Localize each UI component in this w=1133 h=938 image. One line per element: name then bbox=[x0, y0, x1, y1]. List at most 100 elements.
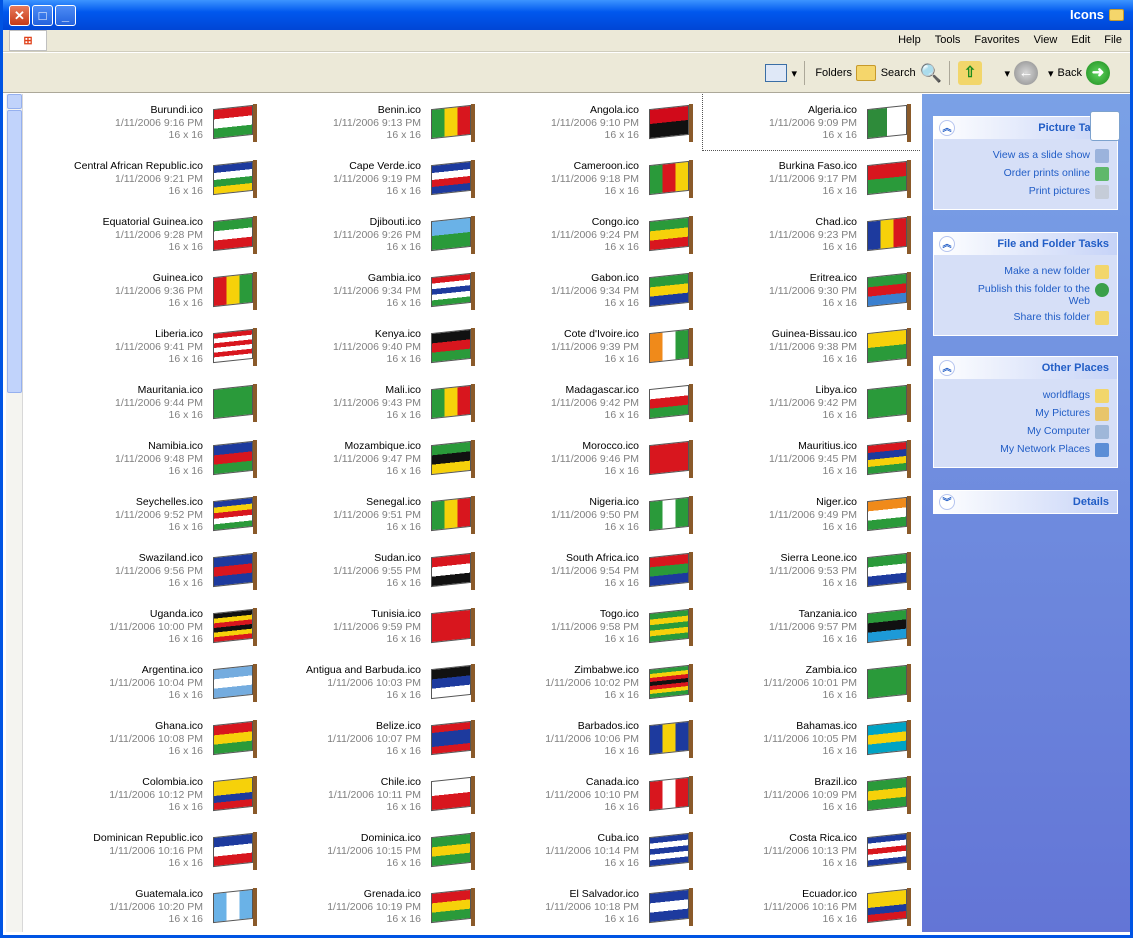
task-order-prints[interactable]: Order prints online bbox=[942, 167, 1109, 181]
back-button[interactable]: ▾ Back ➜ bbox=[1048, 60, 1110, 86]
file-item[interactable]: Colombia.ico 1/11/2006 10:12 PM 16 x 16 bbox=[49, 766, 267, 822]
file-item[interactable]: Djibouti.ico 1/11/2006 9:26 PM 16 x 16 bbox=[267, 206, 485, 262]
file-item[interactable]: Canada.ico 1/11/2006 10:10 PM 16 x 16 bbox=[485, 766, 703, 822]
file-item[interactable]: Ghana.ico 1/11/2006 10:08 PM 16 x 16 bbox=[49, 710, 267, 766]
file-item[interactable]: Chad.ico 1/11/2006 9:23 PM 16 x 16 bbox=[703, 206, 921, 262]
file-item[interactable]: Belize.ico 1/11/2006 10:07 PM 16 x 16 bbox=[267, 710, 485, 766]
file-item[interactable]: Argentina.ico 1/11/2006 10:04 PM 16 x 16 bbox=[49, 654, 267, 710]
file-item[interactable]: Burkina Faso.ico 1/11/2006 9:17 PM 16 x 16 bbox=[703, 150, 921, 206]
file-item[interactable]: Niger.ico 1/11/2006 9:49 PM 16 x 16 bbox=[703, 486, 921, 542]
file-item[interactable]: Antigua and Barbuda.ico 1/11/2006 10:03 P… bbox=[267, 654, 485, 710]
file-item[interactable]: Zambia.ico 1/11/2006 10:01 PM 16 x 16 bbox=[703, 654, 921, 710]
file-item[interactable]: Swaziland.ico 1/11/2006 9:56 PM 16 x 16 bbox=[49, 542, 267, 598]
file-item[interactable]: Bahamas.ico 1/11/2006 10:05 PM 16 x 16 bbox=[703, 710, 921, 766]
file-item[interactable]: Morocco.ico 1/11/2006 9:46 PM 16 x 16 bbox=[485, 430, 703, 486]
forward-button[interactable]: ▾ ← bbox=[1004, 60, 1038, 86]
task-publish-web[interactable]: Publish this folder to the Web bbox=[942, 283, 1109, 307]
file-folder-tasks-header[interactable]: ︽ File and Folder Tasks bbox=[934, 233, 1117, 255]
file-item[interactable]: Mauritius.ico 1/11/2006 9:45 PM 16 x 16 bbox=[703, 430, 921, 486]
file-item[interactable]: Dominica.ico 1/11/2006 10:15 PM 16 x 16 bbox=[267, 822, 485, 878]
menu-favorites[interactable]: Favorites bbox=[974, 34, 1019, 46]
maximize-button[interactable]: □ bbox=[32, 5, 53, 26]
picture-tasks-header[interactable]: ︽ Picture Tasks bbox=[934, 111, 1120, 141]
menu-tools[interactable]: Tools bbox=[935, 34, 961, 46]
file-item[interactable]: Congo.ico 1/11/2006 9:24 PM 16 x 16 bbox=[485, 206, 703, 262]
task-new-folder[interactable]: Make a new folder bbox=[942, 265, 1109, 279]
file-item[interactable]: Liberia.ico 1/11/2006 9:41 PM 16 x 16 bbox=[49, 318, 267, 374]
file-item[interactable]: Guinea-Bissau.ico 1/11/2006 9:38 PM 16 x 1… bbox=[703, 318, 921, 374]
file-item[interactable]: Togo.ico 1/11/2006 9:58 PM 16 x 16 bbox=[485, 598, 703, 654]
views-button[interactable]: ▾ bbox=[765, 60, 797, 86]
file-item[interactable]: Madagascar.ico 1/11/2006 9:42 PM 16 x 16 bbox=[485, 374, 703, 430]
file-item[interactable]: Mauritania.ico 1/11/2006 9:44 PM 16 x 16 bbox=[49, 374, 267, 430]
file-item[interactable]: Zimbabwe.ico 1/11/2006 10:02 PM 16 x 16 bbox=[485, 654, 703, 710]
scroll-thumb[interactable] bbox=[7, 110, 22, 393]
close-button[interactable]: ✕ bbox=[9, 5, 30, 26]
file-item[interactable]: Guinea.ico 1/11/2006 9:36 PM 16 x 16 bbox=[49, 262, 267, 318]
file-item[interactable]: Nigeria.ico 1/11/2006 9:50 PM 16 x 16 bbox=[485, 486, 703, 542]
file-item[interactable]: Dominican Republic.ico 1/11/2006 10:16 PM… bbox=[49, 822, 267, 878]
task-print-pictures[interactable]: Print pictures bbox=[942, 185, 1109, 199]
file-item[interactable]: Angola.ico 1/11/2006 9:10 PM 16 x 16 bbox=[485, 94, 703, 150]
file-name: Zimbabwe.ico bbox=[574, 664, 639, 676]
menu-help[interactable]: Help bbox=[898, 34, 921, 46]
file-item[interactable]: South Africa.ico 1/11/2006 9:54 PM 16 x 16 bbox=[485, 542, 703, 598]
file-item[interactable]: Chile.ico 1/11/2006 10:11 PM 16 x 16 bbox=[267, 766, 485, 822]
file-item[interactable]: Sierra Leone.ico 1/11/2006 9:53 PM 16 x 16 bbox=[703, 542, 921, 598]
file-item[interactable]: Seychelles.ico 1/11/2006 9:52 PM 16 x 16 bbox=[49, 486, 267, 542]
minimize-button[interactable]: _ bbox=[55, 5, 76, 26]
up-folder-button[interactable]: ⇧ bbox=[958, 60, 982, 86]
file-item[interactable]: Mali.ico 1/11/2006 9:43 PM 16 x 16 bbox=[267, 374, 485, 430]
expand-chevron-icon[interactable]: ︾ bbox=[939, 494, 955, 510]
collapse-chevron-icon[interactable]: ︽ bbox=[939, 360, 955, 376]
file-item[interactable]: Cote d'Ivoire.ico 1/11/2006 9:39 PM 16 x 1… bbox=[485, 318, 703, 374]
vertical-scrollbar[interactable] bbox=[6, 94, 23, 932]
task-slideshow[interactable]: View as a slide show bbox=[942, 149, 1109, 163]
title-bar[interactable]: ✕ □ _ Icons bbox=[3, 0, 1133, 30]
file-item[interactable]: Burundi.ico 1/11/2006 9:16 PM 16 x 16 bbox=[49, 94, 267, 150]
file-item[interactable]: Kenya.ico 1/11/2006 9:40 PM 16 x 16 bbox=[267, 318, 485, 374]
file-item[interactable]: Mozambique.ico 1/11/2006 9:47 PM 16 x 16 bbox=[267, 430, 485, 486]
place-my-pictures[interactable]: My Pictures bbox=[942, 407, 1109, 421]
folders-button[interactable]: Folders bbox=[815, 60, 876, 86]
file-item[interactable]: Cuba.ico 1/11/2006 10:14 PM 16 x 16 bbox=[485, 822, 703, 878]
file-item[interactable]: Senegal.ico 1/11/2006 9:51 PM 16 x 16 bbox=[267, 486, 485, 542]
file-item[interactable]: Brazil.ico 1/11/2006 10:09 PM 16 x 16 bbox=[703, 766, 921, 822]
scroll-up-arrow[interactable] bbox=[7, 94, 22, 109]
place-network[interactable]: My Network Places bbox=[942, 443, 1109, 457]
file-item[interactable]: Grenada.ico 1/11/2006 10:19 PM 16 x 16 bbox=[267, 878, 485, 932]
file-item[interactable]: Gabon.ico 1/11/2006 9:34 PM 16 x 16 bbox=[485, 262, 703, 318]
collapse-chevron-icon[interactable]: ︽ bbox=[939, 236, 955, 252]
file-item[interactable]: Sudan.ico 1/11/2006 9:55 PM 16 x 16 bbox=[267, 542, 485, 598]
menu-view[interactable]: View bbox=[1034, 34, 1058, 46]
collapse-chevron-icon[interactable]: ︽ bbox=[939, 120, 955, 136]
place-my-computer[interactable]: My Computer bbox=[942, 425, 1109, 439]
file-item[interactable]: Ecuador.ico 1/11/2006 10:16 PM 16 x 16 bbox=[703, 878, 921, 932]
file-item[interactable]: Costa Rica.ico 1/11/2006 10:13 PM 16 x 16 bbox=[703, 822, 921, 878]
file-item[interactable]: Central African Republic.ico 1/11/2006 9:… bbox=[49, 150, 267, 206]
file-item[interactable]: Libya.ico 1/11/2006 9:42 PM 16 x 16 bbox=[703, 374, 921, 430]
file-item[interactable]: Uganda.ico 1/11/2006 10:00 PM 16 x 16 bbox=[49, 598, 267, 654]
file-item[interactable]: Tunisia.ico 1/11/2006 9:59 PM 16 x 16 bbox=[267, 598, 485, 654]
file-item[interactable]: Gambia.ico 1/11/2006 9:34 PM 16 x 16 bbox=[267, 262, 485, 318]
file-item[interactable]: Cameroon.ico 1/11/2006 9:18 PM 16 x 16 bbox=[485, 150, 703, 206]
file-item[interactable]: Equatorial Guinea.ico 1/11/2006 9:28 PM 16… bbox=[49, 206, 267, 262]
search-button[interactable]: Search 🔍 bbox=[881, 60, 942, 86]
file-item[interactable]: El Salvador.ico 1/11/2006 10:18 PM 16 x 16 bbox=[485, 878, 703, 932]
file-item[interactable]: Barbados.ico 1/11/2006 10:06 PM 16 x 16 bbox=[485, 710, 703, 766]
file-item[interactable]: Namibia.ico 1/11/2006 9:48 PM 16 x 16 bbox=[49, 430, 267, 486]
task-share-folder[interactable]: Share this folder bbox=[942, 311, 1109, 325]
file-item[interactable]: Cape Verde.ico 1/11/2006 9:19 PM 16 x 16 bbox=[267, 150, 485, 206]
file-item[interactable]: Eritrea.ico 1/11/2006 9:30 PM 16 x 16 bbox=[703, 262, 921, 318]
place-worldflags[interactable]: worldflags bbox=[942, 389, 1109, 403]
file-item[interactable]: Guatemala.ico 1/11/2006 10:20 PM 16 x 16 bbox=[49, 878, 267, 932]
file-item[interactable]: Algeria.ico 1/11/2006 9:09 PM 16 x 16 bbox=[702, 94, 921, 151]
details-header[interactable]: ︾ Details bbox=[934, 491, 1117, 513]
file-item[interactable]: Benin.ico 1/11/2006 9:13 PM 16 x 16 bbox=[267, 94, 485, 150]
menu-file[interactable]: File bbox=[1104, 34, 1122, 46]
other-places-header[interactable]: ︽ Other Places bbox=[934, 357, 1117, 379]
file-item[interactable]: Tanzania.ico 1/11/2006 9:57 PM 16 x 16 bbox=[703, 598, 921, 654]
menu-edit[interactable]: Edit bbox=[1071, 34, 1090, 46]
flag-icon bbox=[431, 664, 475, 702]
back-dropdown-icon[interactable]: ▾ bbox=[1048, 67, 1054, 80]
